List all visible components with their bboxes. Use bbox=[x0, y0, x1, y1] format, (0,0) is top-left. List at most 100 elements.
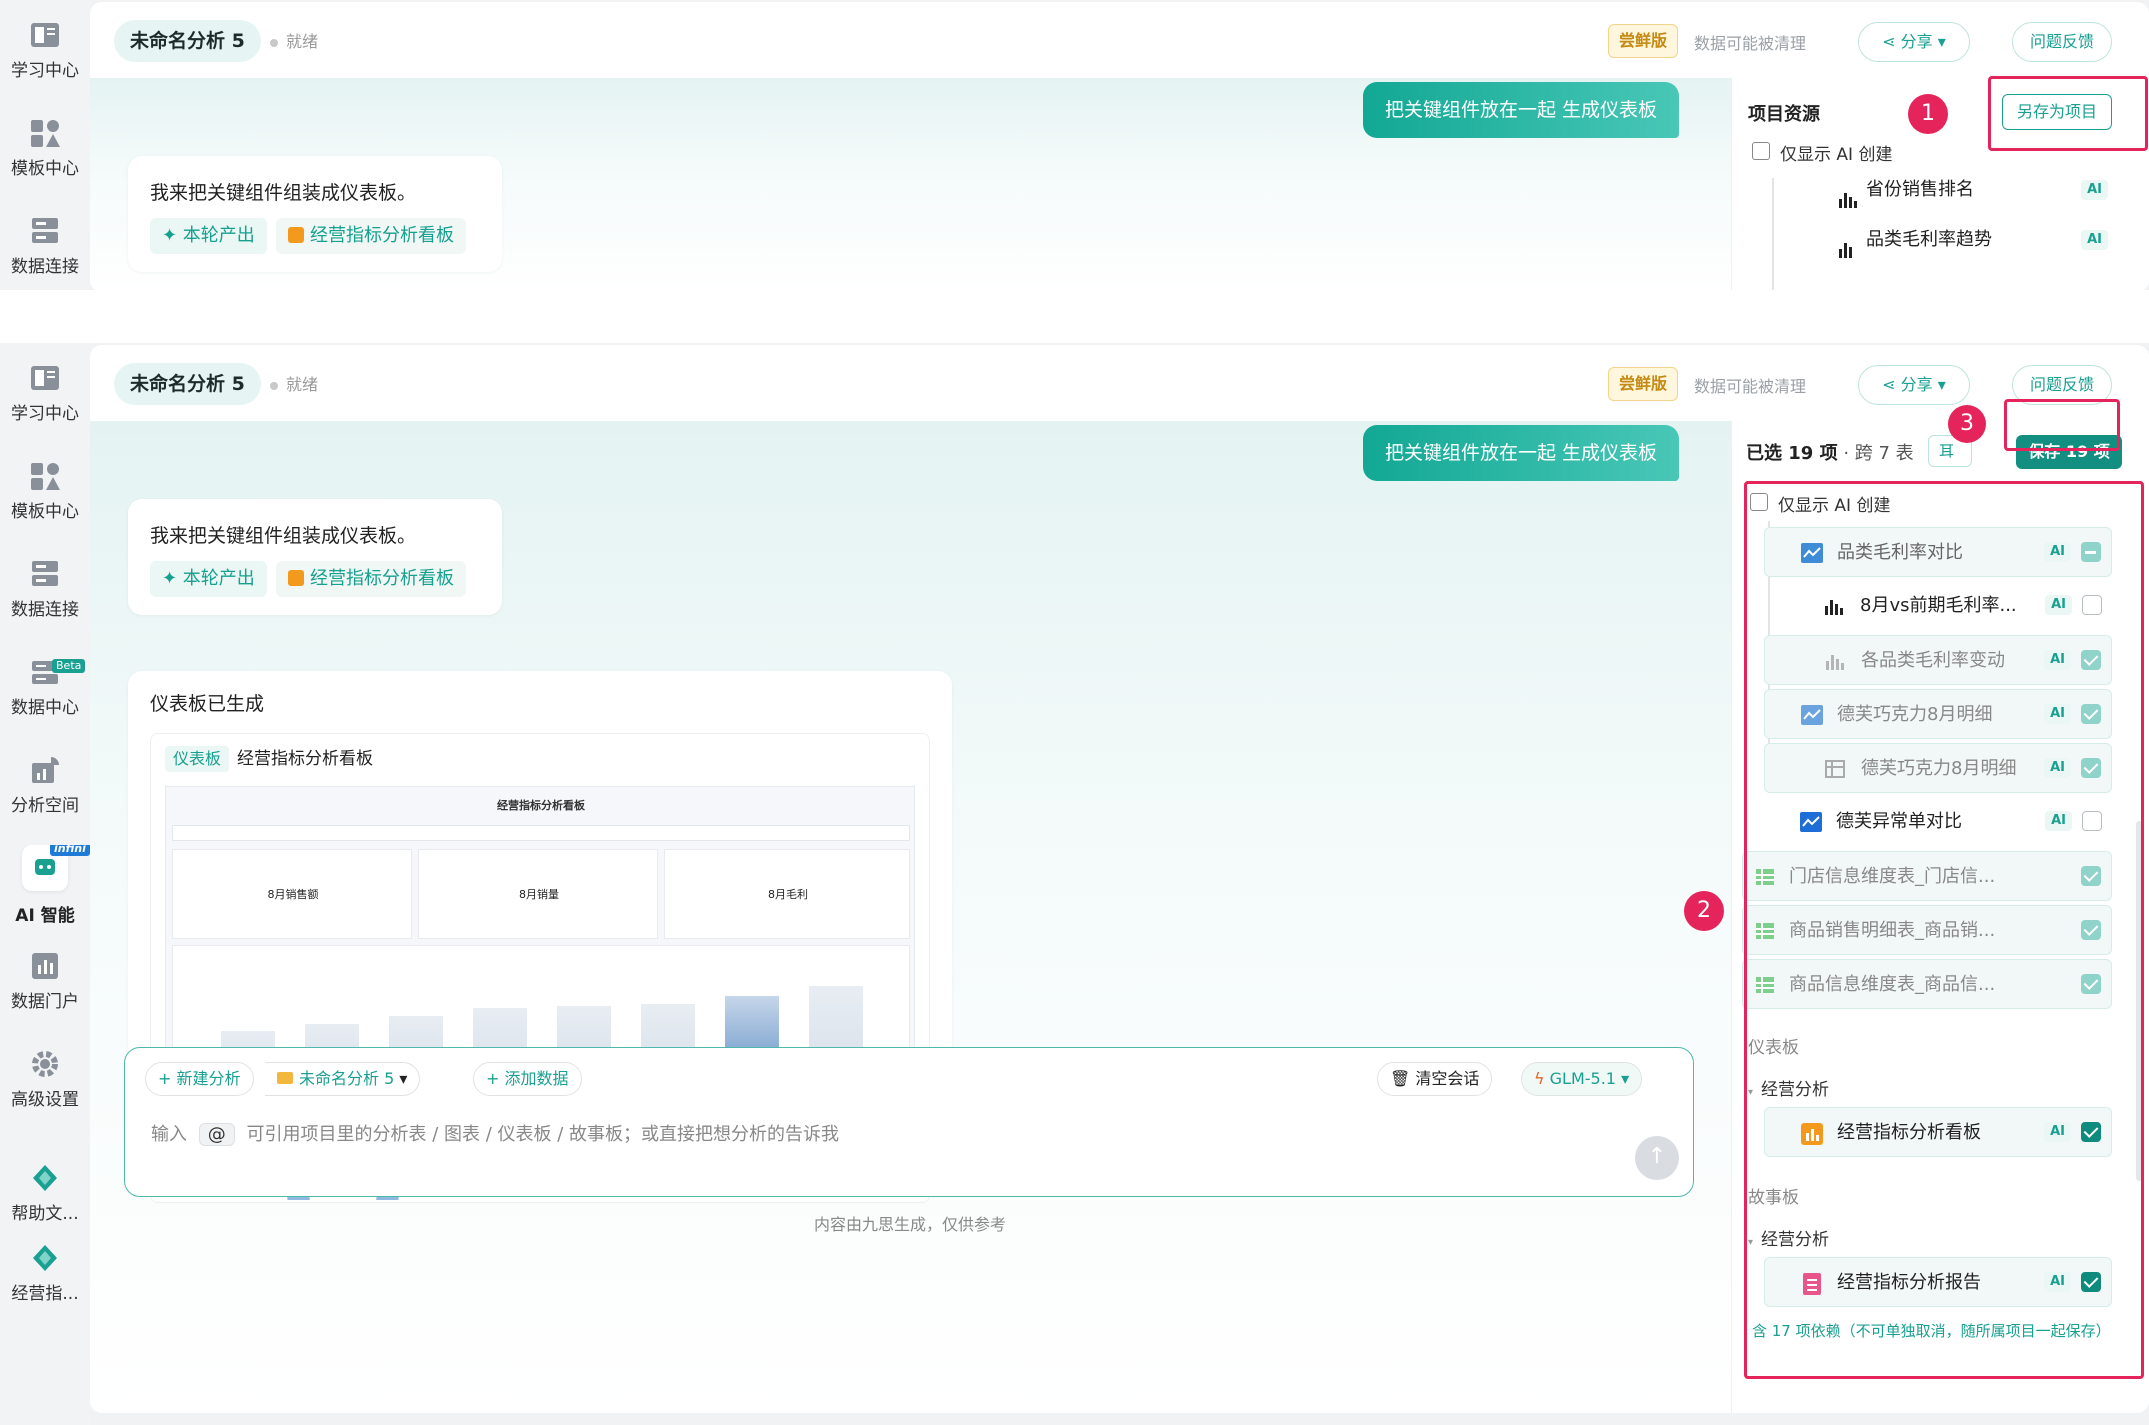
annotation-3: 3 bbox=[1948, 405, 1986, 443]
nav-label: 帮助文... bbox=[11, 1204, 79, 1224]
highlight-box-3 bbox=[2004, 399, 2120, 451]
nav-analysis[interactable]: 分析空间 bbox=[0, 755, 90, 816]
top-screenshot: 学习中心 模板中心 数据连接 未命名分析 5 就绪 尝鲜版 数据可能被清理 ⋖ … bbox=[0, 0, 2149, 290]
composer-input[interactable]: 输入 @ 可引用项目里的分析表 / 图表 / 仪表板 / 故事板；或直接把想分析… bbox=[151, 1120, 839, 1146]
bottom-screenshot: 学习中心 模板中心 数据连接 数据中心 Beta 分析空间 infini AI … bbox=[0, 343, 2149, 1425]
share-button[interactable]: ⋖ 分享 ▾ bbox=[1858, 22, 1970, 62]
sidebar: 学习中心 模板中心 数据连接 数据中心 Beta 分析空间 infini AI … bbox=[0, 343, 90, 1425]
nav-label: 数据门户 bbox=[11, 992, 79, 1012]
shapes-icon bbox=[29, 461, 61, 491]
bar-chart-icon bbox=[1838, 180, 1858, 214]
diamond-icon bbox=[29, 1243, 61, 1273]
done-message: 仪表板已生成 bbox=[150, 693, 265, 715]
clear-session-button[interactable]: 🗑 清空会话 bbox=[1377, 1062, 1493, 1096]
chat-area: 把关键组件放在一起 生成仪表板 我来把关键组件组装成仪表板。 ✦ 本轮产出 经营… bbox=[90, 78, 1731, 290]
nav-report[interactable]: 经营指... bbox=[0, 1243, 90, 1304]
nav-learn[interactable]: 学习中心 bbox=[0, 363, 90, 424]
nav-label: 学习中心 bbox=[11, 404, 79, 424]
shapes-icon bbox=[29, 118, 61, 148]
ai-message: 我来把关键组件组装成仪表板。 ✦ 本轮产出 经营指标分析看板 bbox=[128, 499, 502, 615]
kpi-profit: 8月毛利 bbox=[768, 888, 808, 901]
analysis-title[interactable]: 未命名分析 5 bbox=[114, 363, 261, 405]
highlight-box-2 bbox=[1744, 481, 2144, 1379]
database-icon bbox=[29, 216, 61, 246]
nav-label: 模板中心 bbox=[11, 502, 79, 522]
main-panel: 未命名分析 5 就绪 尝鲜版 数据可能被清理 ⋖ 分享 ▾ 问题反馈 把关键组件… bbox=[90, 2, 2149, 290]
highlight-box-1 bbox=[1988, 76, 2148, 151]
new-analysis-button[interactable]: + 新建分析 bbox=[145, 1062, 254, 1096]
bar-chart-icon bbox=[1838, 230, 1858, 264]
nav-help[interactable]: 帮助文... bbox=[0, 1163, 90, 1224]
only-ai-filter[interactable]: 仅显示 AI 创建 bbox=[1752, 140, 1892, 165]
trial-note: 数据可能被清理 bbox=[1694, 377, 1807, 396]
nav-label: 经营指... bbox=[11, 1284, 79, 1304]
pie-chart-icon bbox=[29, 755, 61, 785]
nav-label: 学习中心 bbox=[11, 61, 79, 81]
add-data-button[interactable]: + 添加数据 bbox=[473, 1062, 582, 1096]
model-selector[interactable]: ϟ GLM-5.1 ▾ bbox=[1521, 1062, 1643, 1096]
round-output-chip[interactable]: ✦ 本轮产出 bbox=[150, 218, 267, 254]
dashboard-chip[interactable]: 经营指标分析看板 bbox=[276, 218, 466, 254]
thumb-title: 经营指标分析看板 bbox=[497, 799, 585, 812]
sidebar: 学习中心 模板中心 数据连接 bbox=[0, 0, 90, 290]
book-icon bbox=[29, 363, 61, 393]
trial-badge: 尝鲜版 bbox=[1608, 24, 1679, 58]
book-icon bbox=[29, 20, 61, 50]
dashboard-icon bbox=[288, 227, 304, 243]
share-button[interactable]: ⋖ 分享 ▾ bbox=[1858, 365, 1970, 405]
trash-icon: 🗑 bbox=[1390, 1069, 1416, 1088]
dashboard-card-title: 经营指标分析看板 bbox=[237, 749, 373, 769]
nav-label: 数据连接 bbox=[11, 600, 79, 620]
beta-badge: Beta bbox=[52, 659, 86, 673]
analysis-title[interactable]: 未命名分析 5 bbox=[114, 20, 261, 62]
dashboard-tag: 仪表板 bbox=[165, 746, 230, 772]
gear-icon bbox=[29, 1049, 61, 1079]
share-icon: ⋖ bbox=[1882, 32, 1901, 51]
nav-datacenter[interactable]: 数据中心 Beta bbox=[0, 657, 90, 718]
nav-ai[interactable]: infini AI 智能 bbox=[0, 845, 90, 931]
composer: + 新建分析 未命名分析 5 ▾ + 添加数据 🗑 清空会话 ϟ GLM-5.1… bbox=[124, 1047, 1694, 1197]
dashboard-icon bbox=[288, 570, 304, 586]
ai-message-text: 我来把关键组件组装成仪表板。 bbox=[150, 182, 417, 204]
send-button[interactable]: ↑ bbox=[1635, 1136, 1679, 1180]
nav-dataconn[interactable]: 数据连接 bbox=[0, 216, 90, 277]
diamond-icon bbox=[29, 1163, 61, 1193]
lightning-icon: ϟ bbox=[1534, 1069, 1550, 1088]
annotation-2: 2 bbox=[1684, 891, 1724, 931]
share-icon: ⋖ bbox=[1882, 375, 1901, 394]
folder-icon bbox=[277, 1072, 293, 1084]
kpi-volume: 8月销量 bbox=[519, 888, 559, 901]
nav-dataconn[interactable]: 数据连接 bbox=[0, 559, 90, 620]
selection-summary: 已选 19 项 · 跨 7 表 bbox=[1746, 443, 1914, 464]
ai-message: 我来把关键组件组装成仪表板。 ✦ 本轮产出 经营指标分析看板 bbox=[128, 156, 502, 272]
arrow-up-icon: ↑ bbox=[1647, 1144, 1667, 1169]
header: 未命名分析 5 就绪 尝鲜版 数据可能被清理 ⋖ 分享 ▾ 问题反馈 bbox=[90, 345, 2149, 421]
trial-badge: 尝鲜版 bbox=[1608, 367, 1679, 401]
annotation-1: 1 bbox=[1908, 94, 1948, 134]
dashboard-chip[interactable]: 经营指标分析看板 bbox=[276, 561, 466, 597]
nav-label: 数据连接 bbox=[11, 257, 79, 277]
feedback-button[interactable]: 问题反馈 bbox=[2012, 22, 2112, 62]
status-text: 就绪 bbox=[270, 371, 318, 395]
kpi-sales: 8月销售额 bbox=[267, 888, 319, 901]
nav-label: 数据中心 bbox=[11, 698, 79, 718]
only-ai-checkbox[interactable] bbox=[1752, 142, 1770, 160]
status-text: 就绪 bbox=[270, 28, 318, 52]
resource-item[interactable]: 品类毛利率趋势 AI bbox=[1748, 216, 2108, 264]
user-message: 把关键组件放在一起 生成仪表板 bbox=[1362, 82, 1679, 138]
resources-title: 项目资源 bbox=[1748, 104, 1820, 125]
user-message: 把关键组件放在一起 生成仪表板 bbox=[1362, 425, 1679, 481]
round-output-chip[interactable]: ✦ 本轮产出 bbox=[150, 561, 267, 597]
chat-area: 把关键组件放在一起 生成仪表板 我来把关键组件组装成仪表板。 ✦ 本轮产出 经营… bbox=[90, 421, 1731, 1413]
portal-icon bbox=[29, 951, 61, 981]
nav-learn[interactable]: 学习中心 bbox=[0, 20, 90, 81]
nav-label: 高级设置 bbox=[11, 1090, 79, 1110]
ai-message-text: 我来把关键组件组装成仪表板。 bbox=[150, 525, 417, 547]
nav-label: 分析空间 bbox=[11, 796, 79, 816]
nav-advanced[interactable]: 高级设置 bbox=[0, 1049, 90, 1110]
nav-template[interactable]: 模板中心 bbox=[0, 461, 90, 522]
project-selector[interactable]: 未命名分析 5 ▾ bbox=[265, 1062, 421, 1096]
nav-portal[interactable]: 数据门户 bbox=[0, 951, 90, 1012]
resource-item[interactable]: 省份销售排名 AI bbox=[1748, 166, 2108, 214]
nav-template[interactable]: 模板中心 bbox=[0, 118, 90, 179]
